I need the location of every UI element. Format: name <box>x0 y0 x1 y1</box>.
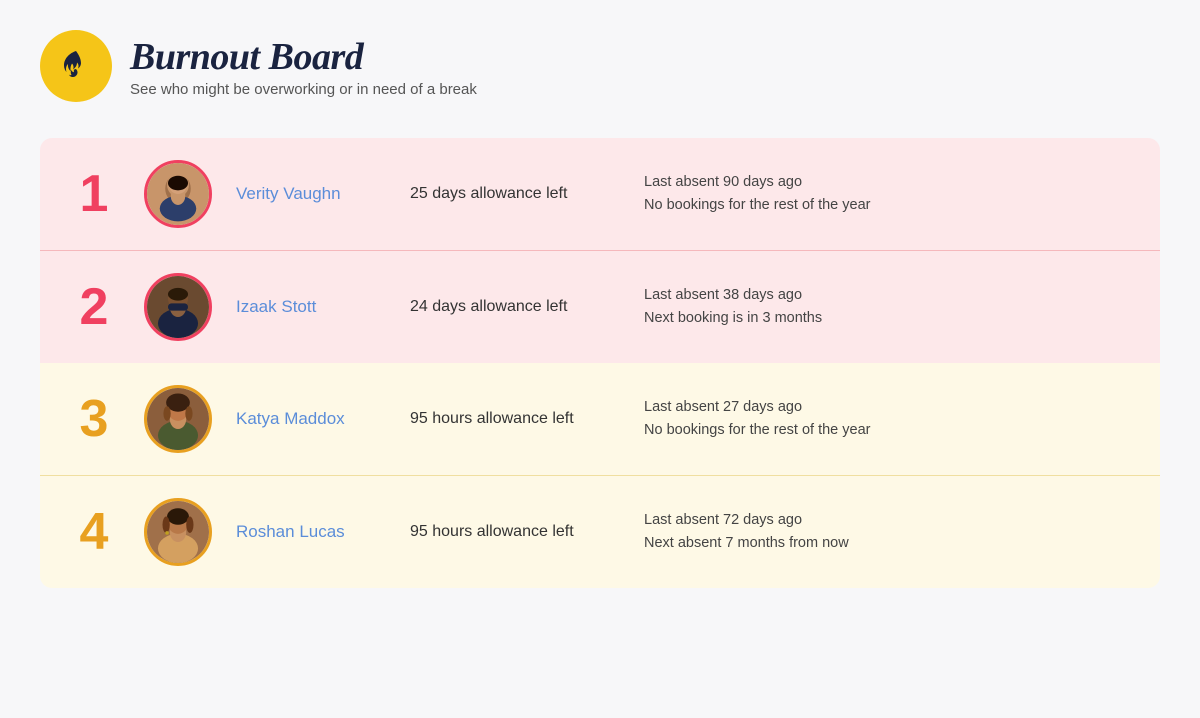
rank-4: 4 <box>68 502 120 562</box>
allowance-3: 95 hours allowance left <box>410 410 620 428</box>
person-name-1[interactable]: Verity Vaughn <box>236 184 386 204</box>
avatar-image-2 <box>147 276 209 338</box>
avatar <box>144 385 212 453</box>
table-row: 2 Izaak Stott 24 days allowance left Las… <box>40 251 1160 363</box>
detail-line2-3: No bookings for the rest of the year <box>644 419 1132 442</box>
person-name-2[interactable]: Izaak Stott <box>236 297 386 317</box>
person-name-3[interactable]: Katya Maddox <box>236 409 386 429</box>
details-1: Last absent 90 days ago No bookings for … <box>644 171 1132 217</box>
table-row: 4 Roshan Lucas 95 hours allowance left <box>40 476 1160 588</box>
detail-line2-4: Next absent 7 months from now <box>644 532 1132 555</box>
page-title: Burnout Board <box>130 35 477 79</box>
avatar <box>144 498 212 566</box>
detail-line1-2: Last absent 38 days ago <box>644 284 1132 307</box>
table-row: 1 Verity Vaughn 25 days allowance left L… <box>40 138 1160 251</box>
person-name-4[interactable]: Roshan Lucas <box>236 522 386 542</box>
header-text: Burnout Board See who might be overworki… <box>130 35 477 98</box>
avatar-image-4 <box>147 501 209 563</box>
page-header: Burnout Board See who might be overworki… <box>40 30 1160 102</box>
detail-line1-4: Last absent 72 days ago <box>644 509 1132 532</box>
table-row: 3 Katya Maddox 95 hours allowance left L… <box>40 363 1160 476</box>
page-subtitle: See who might be overworking or in need … <box>130 81 477 98</box>
burnout-board: 1 Verity Vaughn 25 days allowance left L… <box>40 138 1160 588</box>
flame-icon <box>57 47 95 85</box>
avatar <box>144 160 212 228</box>
section-yellow: 3 Katya Maddox 95 hours allowance left L… <box>40 363 1160 588</box>
details-4: Last absent 72 days ago Next absent 7 mo… <box>644 509 1132 555</box>
allowance-4: 95 hours allowance left <box>410 523 620 541</box>
avatar-image-3 <box>147 388 209 450</box>
allowance-1: 25 days allowance left <box>410 185 620 203</box>
allowance-2: 24 days allowance left <box>410 298 620 316</box>
logo-circle <box>40 30 112 102</box>
detail-line1-3: Last absent 27 days ago <box>644 396 1132 419</box>
details-2: Last absent 38 days ago Next booking is … <box>644 284 1132 330</box>
rank-1: 1 <box>68 164 120 224</box>
detail-line2-2: Next booking is in 3 months <box>644 307 1132 330</box>
rank-2: 2 <box>68 277 120 337</box>
avatar <box>144 273 212 341</box>
detail-line2-1: No bookings for the rest of the year <box>644 194 1132 217</box>
avatar-image-1 <box>147 163 209 225</box>
details-3: Last absent 27 days ago No bookings for … <box>644 396 1132 442</box>
rank-3: 3 <box>68 389 120 449</box>
detail-line1-1: Last absent 90 days ago <box>644 171 1132 194</box>
section-pink: 1 Verity Vaughn 25 days allowance left L… <box>40 138 1160 363</box>
